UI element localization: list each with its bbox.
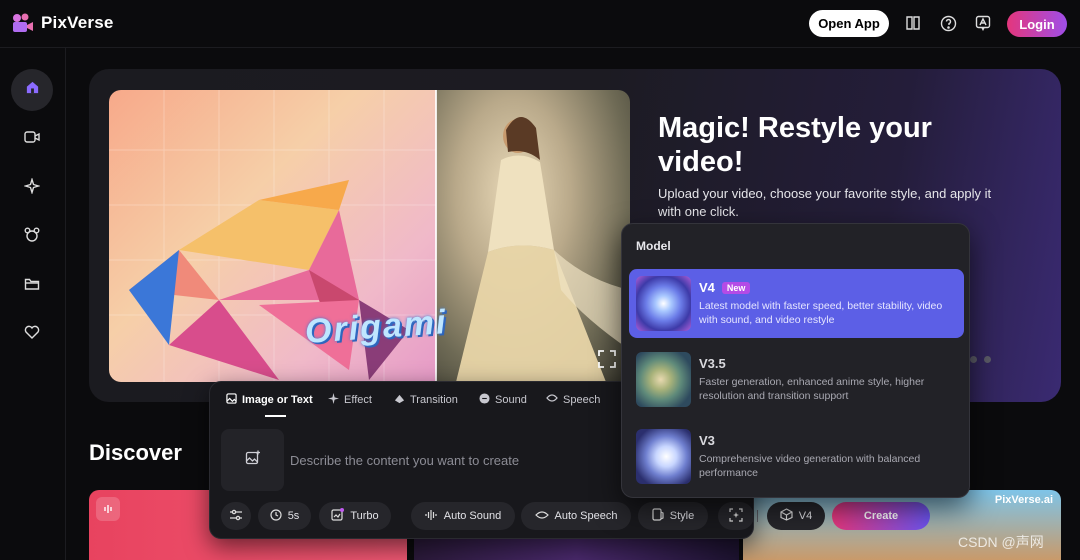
clock-icon — [270, 508, 282, 524]
auto-sound-label: Auto Sound — [443, 510, 502, 522]
home-icon — [25, 80, 40, 100]
model-option-v3-5[interactable]: V3.5 Faster generation, enhanced anime s… — [629, 345, 964, 414]
model-description: Faster generation, enhanced anime style,… — [699, 376, 925, 402]
model-name: V3.5 — [699, 356, 726, 371]
active-tab-indicator — [265, 415, 286, 417]
model-dropdown: Model V4 New Latest model with faster sp… — [621, 223, 970, 498]
sound-wave-icon — [96, 497, 120, 521]
duration-button[interactable]: 5s — [258, 502, 311, 530]
tab-transition[interactable]: Transition — [394, 393, 458, 407]
sidebar-item-effects[interactable] — [11, 167, 53, 209]
sound-wave-icon — [425, 509, 438, 524]
auto-speech-toggle[interactable]: Auto Speech — [521, 502, 631, 530]
tab-label: Transition — [410, 394, 458, 406]
sidebar — [0, 48, 66, 560]
model-option-v4[interactable]: V4 New Latest model with faster speed, b… — [629, 269, 964, 338]
style-button[interactable]: Style — [638, 502, 708, 530]
folder-icon — [24, 277, 40, 296]
brand-name: PixVerse — [41, 13, 114, 32]
pixverse-watermark: PixVerse.ai — [994, 494, 1053, 506]
sidebar-item-favorites[interactable] — [11, 313, 53, 355]
hero-title: Magic! Restyle your video! — [658, 112, 932, 178]
logo[interactable]: PixVerse — [12, 13, 114, 33]
style-icon — [652, 508, 664, 524]
speech-icon — [534, 510, 549, 523]
settings-button[interactable] — [221, 502, 251, 530]
turbo-icon — [331, 508, 345, 524]
heart-icon — [24, 325, 40, 344]
speech-icon — [546, 393, 558, 406]
model-name-text: V3 — [699, 433, 715, 448]
tab-image-or-text[interactable]: Image or Text — [226, 393, 313, 407]
sidebar-item-characters[interactable] — [11, 216, 53, 258]
sparkle-icon — [23, 176, 41, 199]
transition-icon — [394, 393, 405, 407]
model-name-text: V3.5 — [699, 356, 726, 371]
login-button[interactable]: Login — [1007, 11, 1067, 37]
video-icon — [24, 130, 40, 149]
model-name-text: V4 — [699, 280, 715, 295]
help-icon[interactable] — [939, 14, 957, 32]
model-thumbnail — [636, 429, 691, 484]
tab-effect[interactable]: Effect — [328, 393, 372, 407]
sidebar-item-home[interactable] — [11, 69, 53, 111]
sidebar-item-video[interactable] — [11, 118, 53, 160]
model-description: Latest model with faster speed, better s… — [699, 300, 943, 326]
top-bar: PixVerse Open App Login — [0, 0, 1080, 48]
tab-sound[interactable]: Sound — [479, 393, 527, 407]
sidebar-item-folder[interactable] — [11, 265, 53, 307]
discover-heading: Discover — [89, 440, 182, 465]
tab-speech[interactable]: Speech — [546, 393, 600, 406]
cube-icon — [780, 508, 793, 524]
carousel-dot[interactable] — [970, 356, 977, 363]
add-image-icon — [245, 450, 261, 471]
fullscreen-icon[interactable] — [596, 348, 618, 370]
sound-icon — [479, 393, 490, 407]
tab-label: Image or Text — [242, 394, 313, 406]
style-label: Style — [669, 510, 695, 522]
create-button[interactable]: Create — [832, 502, 930, 530]
carousel-dot[interactable] — [984, 356, 991, 363]
magic-frame-icon — [729, 507, 743, 525]
character-icon — [24, 227, 40, 248]
new-badge: New — [721, 281, 751, 294]
model-name: V3 — [699, 433, 715, 448]
tab-label: Speech — [563, 393, 601, 406]
translate-icon[interactable] — [974, 14, 992, 32]
hero-description: Upload your video, choose your favorite … — [658, 186, 992, 219]
model-thumbnail — [636, 276, 691, 331]
model-name: V4 New — [699, 280, 751, 295]
upload-image-button[interactable] — [221, 429, 284, 491]
pixverse-logo-icon — [12, 13, 34, 33]
model-option-v3[interactable]: V3 Comprehensive video generation with b… — [629, 422, 964, 491]
tab-label: Sound — [495, 394, 527, 406]
toolbar-divider — [757, 510, 758, 522]
model-selector[interactable]: V4 — [767, 502, 825, 530]
hero-preview-image[interactable]: Origami — [109, 90, 630, 382]
turbo-label: Turbo — [350, 510, 379, 522]
model-description: Comprehensive video generation with bala… — [699, 453, 921, 479]
turbo-button[interactable]: Turbo — [319, 502, 391, 530]
model-label: V4 — [798, 510, 813, 522]
photoreal-style-frame — [436, 90, 630, 382]
auto-sound-toggle[interactable]: Auto Sound — [411, 502, 515, 530]
sparkle-icon — [328, 393, 339, 407]
magic-enhance-button[interactable] — [718, 502, 754, 530]
book-icon[interactable] — [904, 14, 922, 32]
duration-label: 5s — [287, 510, 300, 522]
tab-label: Effect — [344, 394, 372, 406]
prompt-input[interactable]: Describe the content you want to create — [290, 453, 519, 468]
model-thumbnail — [636, 352, 691, 407]
page-watermark: CSDN @声网 — [958, 534, 1044, 550]
model-dropdown-title: Model — [636, 239, 671, 253]
image-icon — [226, 393, 237, 407]
open-app-button[interactable]: Open App — [809, 10, 889, 37]
sliders-icon — [229, 509, 243, 524]
auto-speech-label: Auto Speech — [554, 510, 618, 522]
